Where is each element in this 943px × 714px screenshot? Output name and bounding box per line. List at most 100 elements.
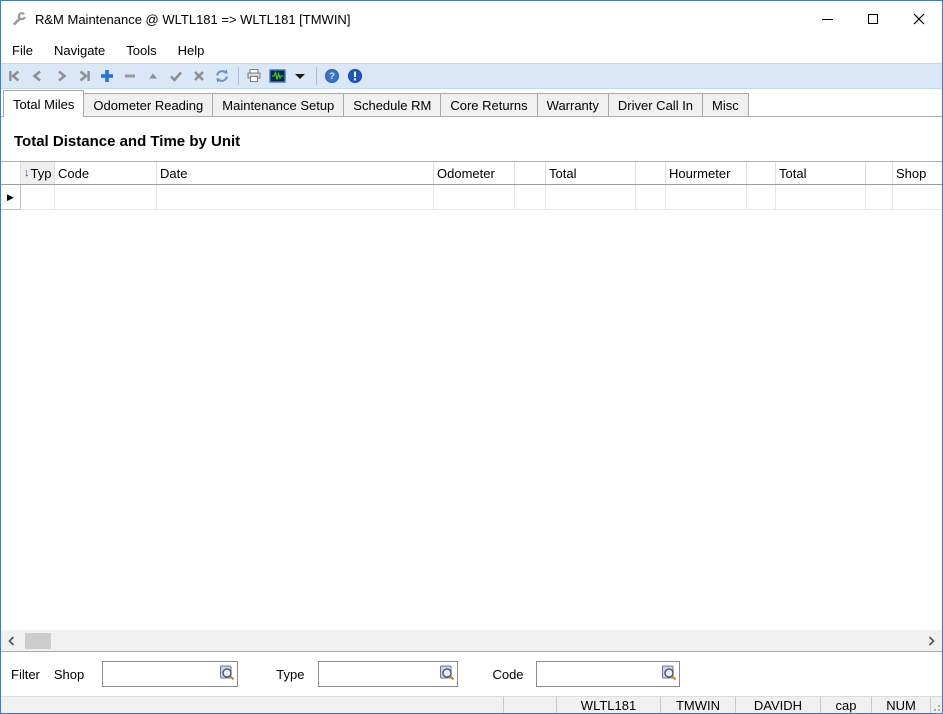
grid-header-blank[interactable] xyxy=(866,162,893,184)
grid-cell[interactable] xyxy=(515,185,546,210)
next-record-icon xyxy=(58,70,67,82)
sort-descending-icon: ↓ xyxy=(24,166,30,179)
minimize-button[interactable] xyxy=(804,1,850,37)
toolbar: ? xyxy=(1,63,942,89)
tab-maintenance-setup[interactable]: Maintenance Setup xyxy=(212,93,345,116)
scrollbar-track[interactable] xyxy=(51,630,920,651)
activity-monitor-icon xyxy=(268,69,286,83)
collapse-button[interactable] xyxy=(142,65,164,87)
scroll-right-button[interactable] xyxy=(920,630,942,652)
grid-header-blank[interactable] xyxy=(636,162,666,184)
delete-record-button[interactable] xyxy=(119,65,141,87)
grid-cell[interactable] xyxy=(866,185,893,210)
status-empty xyxy=(503,697,556,713)
code-filter-input[interactable] xyxy=(535,661,680,687)
grid-cell[interactable] xyxy=(55,185,157,210)
grid-header-hourmeter[interactable]: Hourmeter xyxy=(666,162,747,184)
grid-header-date[interactable]: Date xyxy=(157,162,434,184)
check-icon xyxy=(170,71,182,82)
grid-header-typ[interactable]: ↓ Typ xyxy=(21,162,55,184)
grid-cell[interactable] xyxy=(776,185,866,210)
menu-tools[interactable]: Tools xyxy=(117,37,165,63)
grid-header-blank[interactable] xyxy=(747,162,776,184)
help-icon: ? xyxy=(325,69,339,83)
grid-empty-area xyxy=(1,210,942,630)
lookup-icon[interactable] xyxy=(661,665,677,684)
add-record-icon xyxy=(101,70,113,82)
grid-cell[interactable] xyxy=(666,185,747,210)
about-button[interactable] xyxy=(344,65,366,87)
filter-code-label: Code xyxy=(492,666,524,682)
close-button[interactable] xyxy=(896,1,942,37)
activity-monitor-button[interactable] xyxy=(266,65,288,87)
menu-navigate[interactable]: Navigate xyxy=(45,37,114,63)
previous-record-button[interactable] xyxy=(27,65,49,87)
titlebar: R&M Maintenance @ WLTL181 => WLTL181 [TM… xyxy=(1,1,942,37)
shop-filter-input[interactable] xyxy=(102,661,239,687)
tab-warranty[interactable]: Warranty xyxy=(536,93,609,116)
filter-type-field xyxy=(318,661,459,687)
tab-schedule-rm[interactable]: Schedule RM xyxy=(343,93,442,116)
app-window: R&M Maintenance @ WLTL181 => WLTL181 [TM… xyxy=(0,0,943,714)
window-controls xyxy=(804,1,942,37)
toolbar-separator xyxy=(316,67,317,85)
grid-row-current[interactable]: ▶ xyxy=(1,185,942,210)
info-icon xyxy=(348,69,362,83)
grid-cell[interactable] xyxy=(636,185,666,210)
collapse-icon xyxy=(149,73,157,79)
horizontal-scrollbar[interactable] xyxy=(1,630,942,652)
grid-cell[interactable] xyxy=(893,185,942,210)
status-app: TMWIN xyxy=(660,697,735,713)
tab-core-returns[interactable]: Core Returns xyxy=(440,93,538,116)
maximize-icon xyxy=(868,14,878,24)
last-record-icon xyxy=(79,70,90,82)
grid-header-blank[interactable] xyxy=(515,162,546,184)
tab-page-total-miles: Total Distance and Time by Unit ↓ Typ Cod… xyxy=(1,117,942,652)
lookup-icon[interactable] xyxy=(219,665,235,684)
resize-grip[interactable] xyxy=(930,697,942,713)
menu-help[interactable]: Help xyxy=(169,37,214,63)
type-filter-input[interactable] xyxy=(318,661,459,687)
first-record-button[interactable] xyxy=(4,65,26,87)
grid-header-total-hours[interactable]: Total xyxy=(776,162,866,184)
refresh-icon xyxy=(216,69,228,83)
maximize-button[interactable] xyxy=(850,1,896,37)
menu-file[interactable]: File xyxy=(3,37,42,63)
status-message xyxy=(1,697,503,713)
print-button[interactable] xyxy=(243,65,265,87)
tab-misc[interactable]: Misc xyxy=(702,93,749,116)
grid-cell[interactable] xyxy=(157,185,434,210)
cancel-edit-button[interactable] xyxy=(188,65,210,87)
help-button[interactable]: ? xyxy=(321,65,343,87)
tab-driver-call-in[interactable]: Driver Call In xyxy=(607,93,704,116)
grid-header-code[interactable]: Code xyxy=(55,162,157,184)
next-record-button[interactable] xyxy=(50,65,72,87)
record-indicator-cell: ▶ xyxy=(1,185,21,210)
previous-record-icon xyxy=(32,70,41,82)
delete-record-icon xyxy=(125,74,135,78)
refresh-button[interactable] xyxy=(211,65,233,87)
grid-header-odometer[interactable]: Odometer xyxy=(434,162,515,184)
filter-code-field xyxy=(535,661,680,687)
grid-cell[interactable] xyxy=(546,185,636,210)
print-dropdown-button[interactable] xyxy=(289,65,311,87)
tab-total-miles[interactable]: Total Miles xyxy=(3,90,85,117)
grid-cell[interactable] xyxy=(434,185,515,210)
printer-icon xyxy=(247,69,261,82)
post-edit-button[interactable] xyxy=(165,65,187,87)
chevron-left-icon xyxy=(8,635,15,646)
grid-header-shop[interactable]: Shop xyxy=(893,162,942,184)
last-record-button[interactable] xyxy=(73,65,95,87)
grid-header-total-miles[interactable]: Total xyxy=(546,162,636,184)
scroll-left-button[interactable] xyxy=(1,630,23,652)
minimize-icon xyxy=(821,18,833,20)
lookup-icon[interactable] xyxy=(439,665,455,684)
grid-cell[interactable] xyxy=(21,185,55,210)
toolbar-separator xyxy=(238,67,239,85)
status-capslock: cap xyxy=(820,697,871,713)
scrollbar-thumb[interactable] xyxy=(25,632,51,649)
grid-cell[interactable] xyxy=(747,185,776,210)
close-icon xyxy=(913,13,925,25)
add-record-button[interactable] xyxy=(96,65,118,87)
tab-odometer-reading[interactable]: Odometer Reading xyxy=(83,93,214,116)
